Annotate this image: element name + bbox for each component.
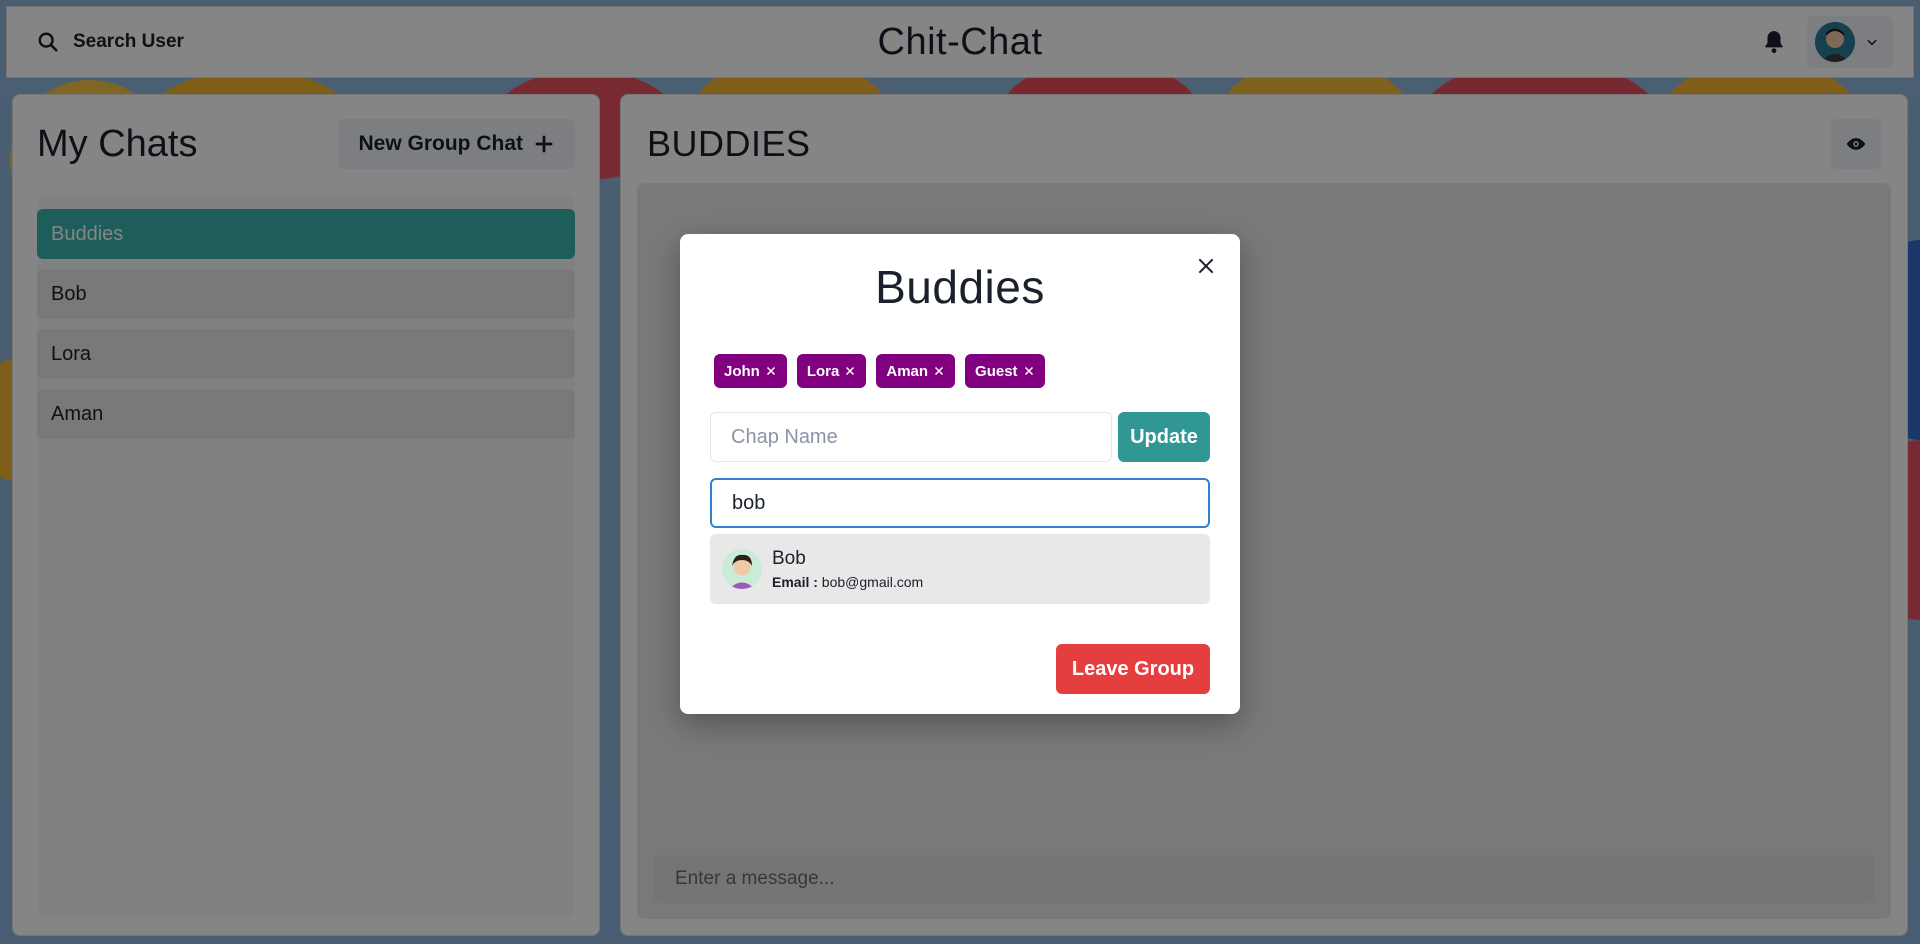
close-icon: [1198, 258, 1214, 274]
close-modal-button[interactable]: [1190, 250, 1222, 282]
close-icon[interactable]: [1023, 365, 1035, 377]
member-chip-aman[interactable]: Aman: [876, 354, 956, 388]
chat-name-input[interactable]: [710, 412, 1112, 462]
group-settings-modal: Buddies John Lora Aman Guest Update: [680, 234, 1240, 714]
email-value: bob@gmail.com: [821, 574, 924, 590]
member-chip-guest[interactable]: Guest: [965, 354, 1045, 388]
close-icon[interactable]: [933, 365, 945, 377]
member-chip-lora[interactable]: Lora: [796, 354, 867, 388]
add-user-search-input[interactable]: [710, 478, 1210, 528]
member-chip-label: Aman: [886, 362, 929, 380]
close-icon[interactable]: [844, 365, 856, 377]
result-email: Email : bob@gmail.com: [772, 574, 923, 590]
avatar: [722, 549, 762, 589]
leave-group-button[interactable]: Leave Group: [1056, 644, 1210, 694]
member-chip-label: Lora: [806, 362, 840, 380]
member-chip-john[interactable]: John: [714, 354, 787, 388]
update-button[interactable]: Update: [1118, 412, 1210, 462]
result-name: Bob: [772, 548, 806, 569]
user-search-result[interactable]: Bob Email : bob@gmail.com: [710, 534, 1210, 604]
member-chip-label: John: [724, 362, 760, 380]
member-chips: John Lora Aman Guest: [714, 354, 1045, 388]
email-label: Email :: [772, 574, 818, 590]
member-chip-label: Guest: [975, 362, 1018, 380]
close-icon[interactable]: [765, 365, 777, 377]
modal-title: Buddies: [875, 261, 1045, 313]
